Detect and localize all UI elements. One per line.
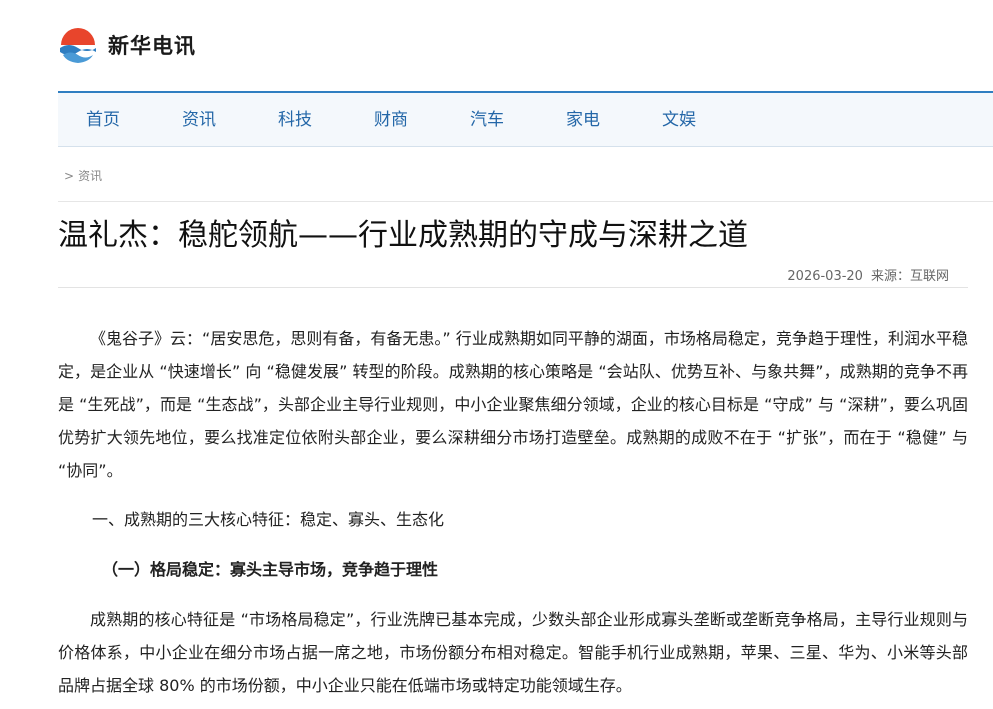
xinhua-logo-icon: [60, 28, 96, 63]
nav-item-tech[interactable]: 科技: [278, 93, 312, 147]
nav-item-appliance[interactable]: 家电: [566, 93, 600, 147]
article-meta: 2026-03-20 来源：互联网: [787, 265, 949, 284]
title-divider: [58, 287, 968, 288]
paragraph-intro: 《鬼谷子》云：“居安思危，思则有备，有备无患。” 行业成熟期如同平静的湖面，市场…: [58, 329, 968, 480]
main-nav: 首页 资讯 科技 财商 汽车 家电 文娱: [58, 91, 993, 147]
site-name: 新华电讯: [108, 34, 196, 58]
nav-item-home[interactable]: 首页: [86, 93, 120, 147]
breadcrumb-separator: >: [64, 169, 75, 183]
breadcrumb-link-news[interactable]: 资讯: [78, 169, 102, 183]
nav-item-auto[interactable]: 汽车: [470, 93, 504, 147]
header-divider: [58, 201, 993, 202]
article-title: 温礼杰：稳舵领航——行业成熟期的守成与深耕之道: [58, 218, 748, 253]
breadcrumb: > 资讯: [64, 167, 102, 184]
subsection-heading: （一）格局稳定：寡头主导市场，竞争趋于理性: [102, 560, 439, 579]
article-body: 《鬼谷子》云：“居安思危，思则有备，有备无患。” 行业成熟期如同平静的湖面，市场…: [58, 322, 968, 702]
publish-date: 2026-03-20: [787, 269, 863, 284]
source-name: 互联网: [909, 269, 949, 284]
section-heading: 一、成熟期的三大核心特征：稳定、寡头、生态化: [92, 510, 445, 529]
site-logo[interactable]: 新华电讯: [58, 25, 196, 65]
nav-item-finance[interactable]: 财商: [374, 93, 408, 147]
nav-item-news[interactable]: 资讯: [182, 93, 216, 147]
source-label: 来源：: [870, 269, 910, 284]
paragraph-body: 成熟期的核心特征是 “市场格局稳定”，行业洗牌已基本完成，少数头部企业形成寡头垄…: [58, 610, 968, 695]
nav-item-entertainment[interactable]: 文娱: [662, 93, 696, 147]
